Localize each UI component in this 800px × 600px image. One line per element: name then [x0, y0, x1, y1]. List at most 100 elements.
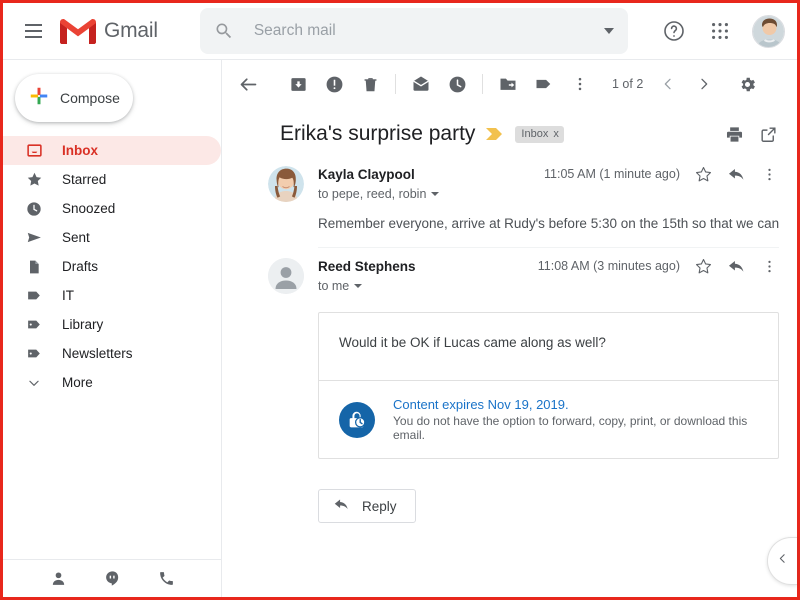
- compose-button[interactable]: Compose: [15, 74, 133, 122]
- contacts-icon[interactable]: [47, 568, 69, 590]
- toolbar-divider: [395, 74, 396, 94]
- sidebar-item-inbox[interactable]: Inbox: [3, 136, 221, 165]
- label-chip-inbox[interactable]: Inbox x: [515, 125, 564, 143]
- label-icon: [25, 345, 43, 363]
- more-vertical-icon[interactable]: [759, 164, 779, 184]
- gear-icon[interactable]: [729, 66, 765, 102]
- chevron-down-icon[interactable]: [431, 192, 440, 196]
- reply-button-label: Reply: [362, 498, 397, 514]
- hamburger-icon[interactable]: [13, 11, 53, 51]
- header-actions: [654, 11, 785, 51]
- reply-button[interactable]: Reply: [318, 489, 416, 523]
- more-vertical-icon[interactable]: [759, 256, 779, 276]
- back-arrow-icon[interactable]: [230, 66, 266, 102]
- app-body: Compose Inbox Starred Snoozed Sent Draft…: [3, 60, 797, 597]
- subject-actions: [723, 123, 779, 145]
- sidebar-item-label: IT: [62, 288, 74, 303]
- clock-icon: [25, 200, 43, 218]
- star-outline-icon[interactable]: [693, 164, 713, 184]
- message-timestamp: 11:08 AM (3 minutes ago): [537, 259, 680, 273]
- avatar: [268, 258, 304, 294]
- phone-icon[interactable]: [155, 568, 177, 590]
- confidential-subtitle: You do not have the option to forward, c…: [393, 414, 748, 442]
- recipients-row[interactable]: to me: [318, 279, 779, 293]
- sidebar-item-drafts[interactable]: Drafts: [3, 252, 221, 281]
- message-reed: Reed Stephens 11:08 AM (3 minutes ago) t…: [222, 248, 797, 294]
- trash-icon[interactable]: [352, 66, 388, 102]
- confidential-message-card: Would it be OK if Lucas came along as we…: [318, 312, 779, 459]
- message-body: Remember everyone, arrive at Rudy's befo…: [318, 216, 779, 231]
- app-header: Gmail: [3, 3, 797, 60]
- message-body: Would it be OK if Lucas came along as we…: [339, 335, 606, 350]
- close-icon[interactable]: x: [553, 128, 559, 140]
- sidebar-item-library[interactable]: Library: [3, 310, 221, 339]
- label-chip-text: Inbox: [521, 127, 549, 140]
- subject-row: Erika's surprise party Inbox x: [222, 108, 797, 156]
- search-input[interactable]: [253, 22, 604, 40]
- star-icon: [25, 171, 43, 189]
- account-avatar[interactable]: [752, 14, 785, 48]
- inbox-icon: [25, 142, 43, 160]
- message-actions: 11:05 AM (1 minute ago): [544, 164, 779, 184]
- snooze-clock-icon[interactable]: [439, 66, 475, 102]
- sidebar-item-label: Sent: [62, 230, 90, 245]
- confidential-title: Content expires Nov 19, 2019.: [393, 397, 569, 412]
- sidebar-item-label: Snoozed: [62, 201, 116, 216]
- hangouts-icon[interactable]: [101, 568, 123, 590]
- sender-name: Reed Stephens: [318, 258, 416, 274]
- message-top-row: Reed Stephens 11:08 AM (3 minutes ago): [318, 256, 779, 276]
- importance-marker-icon[interactable]: [486, 127, 503, 141]
- brand: Gmail: [59, 17, 158, 45]
- label-icon: [25, 287, 43, 305]
- chevron-down-icon[interactable]: [603, 28, 614, 34]
- chevron-down-icon[interactable]: [354, 284, 363, 288]
- recipients-text: to pepe, reed, robin: [318, 187, 427, 201]
- label-icon: [25, 316, 43, 334]
- label-icon[interactable]: [526, 66, 562, 102]
- report-spam-icon[interactable]: [316, 66, 352, 102]
- sidebar-item-newsletters[interactable]: Newsletters: [3, 339, 221, 368]
- message-actions: 11:08 AM (3 minutes ago): [538, 256, 779, 276]
- message-header: Reed Stephens 11:08 AM (3 minutes ago) t…: [268, 248, 779, 294]
- reply-arrow-icon: [333, 496, 350, 516]
- confidential-text: Content expires Nov 19, 2019. You do not…: [393, 397, 758, 442]
- mark-unread-icon[interactable]: [403, 66, 439, 102]
- confidential-notice: Content expires Nov 19, 2019. You do not…: [319, 380, 778, 458]
- apps-grid-icon[interactable]: [700, 11, 740, 51]
- recipients-row[interactable]: to pepe, reed, robin: [318, 187, 779, 201]
- message-kayla: Kayla Claypool 11:05 AM (1 minute ago) t…: [222, 156, 797, 247]
- more-vertical-icon[interactable]: [562, 66, 598, 102]
- chevron-right-icon[interactable]: [689, 66, 719, 102]
- sidebar-item-starred[interactable]: Starred: [3, 165, 221, 194]
- brand-text: Gmail: [104, 19, 158, 42]
- plus-icon: [28, 85, 50, 112]
- search-icon: [214, 21, 234, 41]
- archive-icon[interactable]: [280, 66, 316, 102]
- search-bar[interactable]: [199, 8, 628, 54]
- reply-arrow-icon[interactable]: [726, 256, 746, 276]
- gmail-logo-icon: [59, 17, 97, 45]
- toolbar-divider: [482, 74, 483, 94]
- message-timestamp: 11:05 AM (1 minute ago): [544, 167, 680, 181]
- chevron-left-icon[interactable]: [653, 66, 683, 102]
- sidebar-item-sent[interactable]: Sent: [3, 223, 221, 252]
- sidebar-item-it[interactable]: IT: [3, 281, 221, 310]
- document-icon: [25, 258, 43, 276]
- page-title: Erika's surprise party: [280, 122, 476, 145]
- compose-label: Compose: [60, 90, 120, 106]
- move-to-folder-icon[interactable]: [490, 66, 526, 102]
- sidebar-item-snoozed[interactable]: Snoozed: [3, 194, 221, 223]
- open-in-new-window-icon[interactable]: [757, 123, 779, 145]
- sidebar-item-more[interactable]: More: [3, 368, 221, 397]
- star-outline-icon[interactable]: [693, 256, 713, 276]
- message-count: 1 of 2: [612, 77, 644, 91]
- sidebar-item-label: Inbox: [62, 143, 98, 158]
- print-icon[interactable]: [723, 123, 745, 145]
- message-toolbar: 1 of 2: [222, 60, 797, 108]
- message-top-row: Kayla Claypool 11:05 AM (1 minute ago): [318, 164, 779, 184]
- main-panel: 1 of 2 Erika's surprise party Inbox x Ka…: [221, 60, 797, 597]
- confidential-mode-icon: [339, 401, 375, 438]
- sidebar-item-label: Starred: [62, 172, 107, 187]
- reply-arrow-icon[interactable]: [726, 164, 746, 184]
- help-circle-icon[interactable]: [654, 11, 694, 51]
